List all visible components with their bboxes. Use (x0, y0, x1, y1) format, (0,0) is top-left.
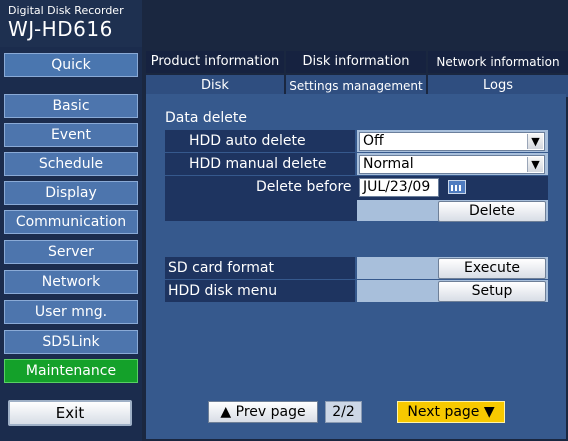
manual-delete-value: Normal (363, 156, 414, 172)
sidebar-item-display[interactable]: Display (4, 181, 138, 205)
auto-delete-label: HDD auto delete (189, 133, 306, 149)
delete-before-date-field[interactable]: JUL/23/09 (359, 178, 439, 197)
sd-card-format-label: SD card format (168, 260, 274, 276)
disk-panel: Data delete HDD auto delete Off ▼ HDD ma… (146, 94, 566, 439)
delete-button[interactable]: Delete (438, 201, 546, 222)
exit-button[interactable]: Exit (8, 400, 132, 426)
delete-before-label: Delete before (256, 179, 352, 195)
sidebar: Digital Disk Recorder WJ-HD616 Quick Bas… (0, 0, 142, 441)
prev-page-button[interactable]: ▲ Prev page (208, 401, 318, 423)
sidebar-item-network[interactable]: Network (4, 270, 138, 294)
manual-delete-select[interactable]: Normal ▼ (359, 155, 545, 174)
calendar-icon[interactable] (448, 180, 466, 194)
sidebar-item-event[interactable]: Event (4, 123, 138, 147)
sidebar-item-communication[interactable]: Communication (4, 210, 138, 234)
brand-subtitle: Digital Disk Recorder (8, 4, 124, 17)
setup-button[interactable]: Setup (438, 281, 546, 302)
sidebar-item-sd5link[interactable]: SD5Link (4, 330, 138, 354)
tab-product-information[interactable]: Product information (146, 51, 284, 73)
sidebar-item-schedule[interactable]: Schedule (4, 152, 138, 176)
main-content: Product information Disk information Net… (142, 46, 568, 441)
sidebar-item-maintenance[interactable]: Maintenance (4, 359, 138, 383)
chevron-down-icon: ▼ (527, 134, 543, 149)
auto-delete-value: Off (363, 133, 384, 149)
sidebar-item-user-mng[interactable]: User mng. (4, 300, 138, 324)
hdd-disk-menu-label: HDD disk menu (168, 283, 278, 299)
tab-network-information[interactable]: Network information (428, 51, 568, 73)
tab-disk-information[interactable]: Disk information (286, 51, 426, 73)
brand: Digital Disk Recorder WJ-HD616 (0, 0, 142, 47)
next-page-button[interactable]: Next page ▼ (397, 401, 505, 423)
page-indicator: 2/2 (325, 401, 362, 423)
chevron-down-icon: ▼ (527, 157, 543, 172)
brand-model: WJ-HD616 (8, 17, 113, 41)
sidebar-item-server[interactable]: Server (4, 240, 138, 264)
sidebar-item-quick[interactable]: Quick (4, 53, 138, 77)
sidebar-item-basic[interactable]: Basic (4, 94, 138, 118)
manual-delete-label: HDD manual delete (189, 156, 327, 172)
auto-delete-select[interactable]: Off ▼ (359, 132, 545, 151)
execute-button[interactable]: Execute (438, 258, 546, 279)
data-delete-heading: Data delete (165, 110, 247, 126)
